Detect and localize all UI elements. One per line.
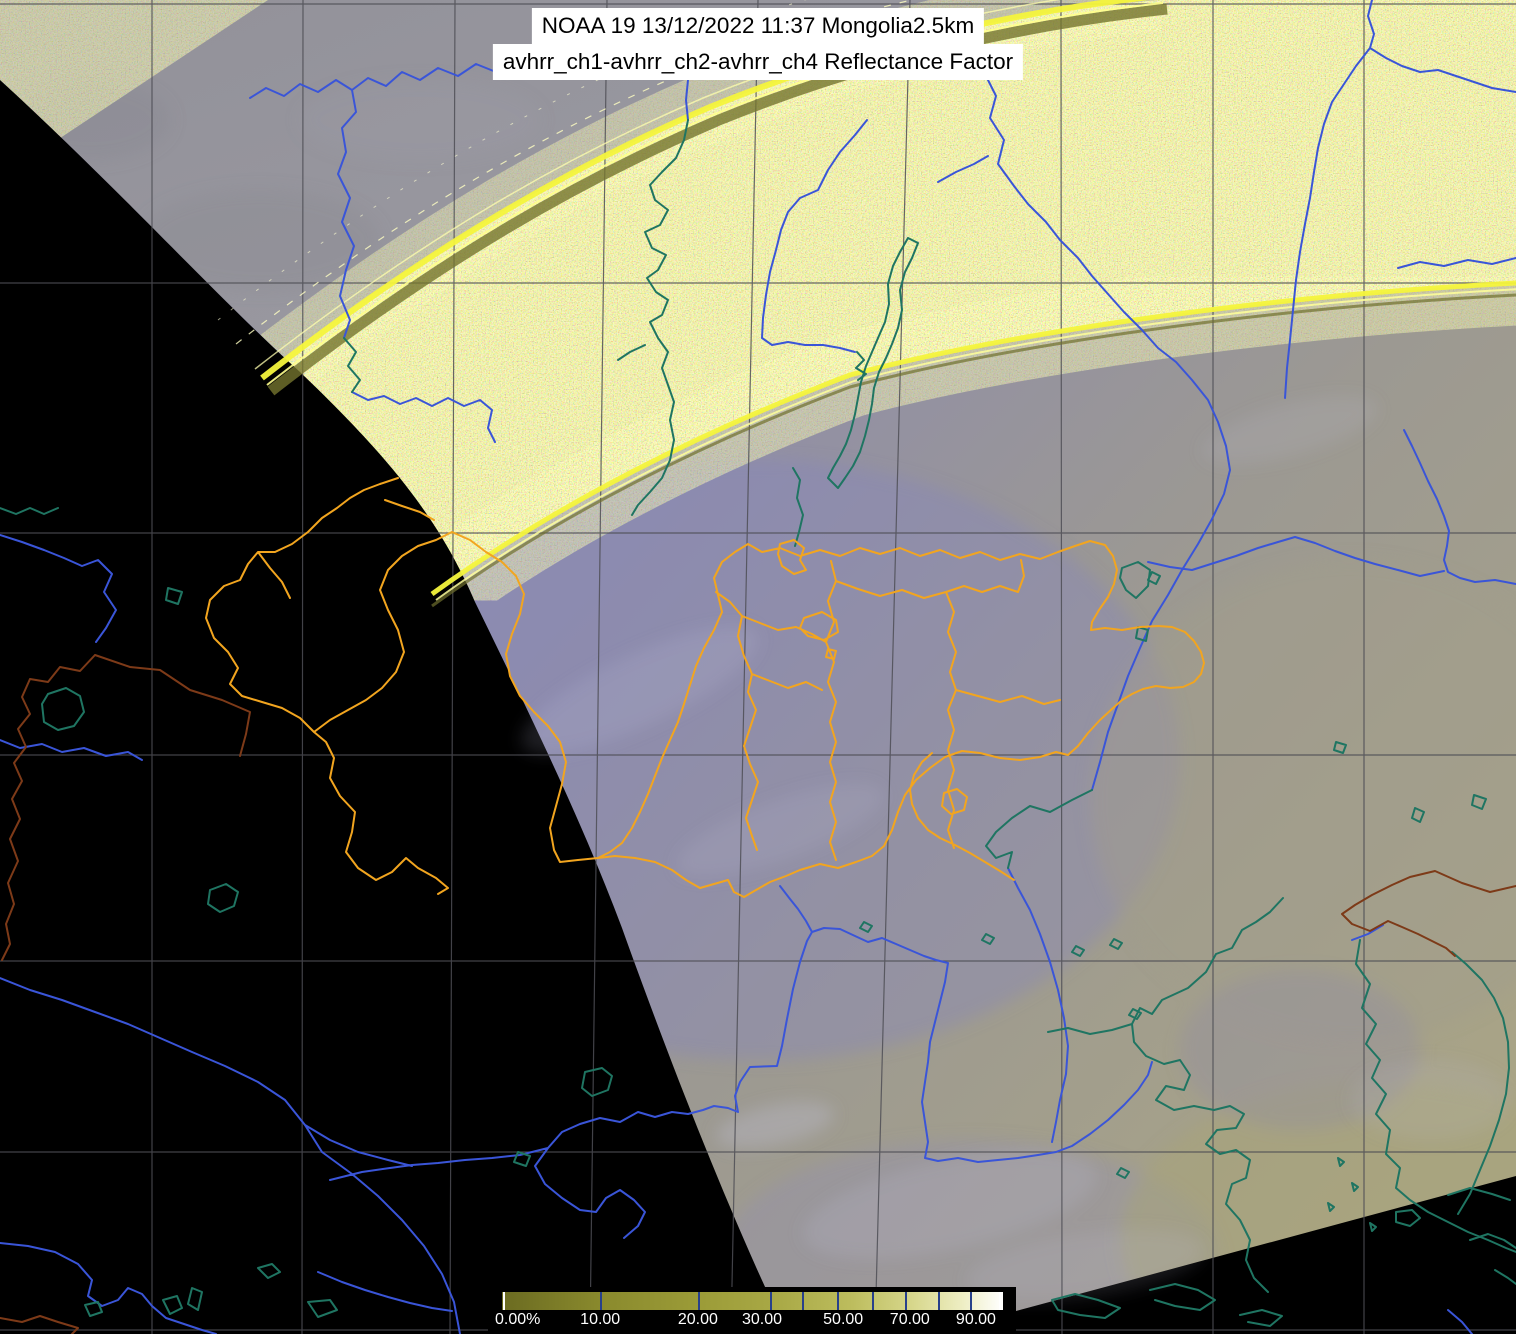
colorbar-tick <box>904 1292 907 1310</box>
title-text-1: NOAA 19 13/12/2022 11:37 Mongolia2.5km <box>531 8 985 44</box>
colorbar-label: 90.00 <box>955 1311 996 1328</box>
colorbar-tick <box>770 1292 773 1310</box>
colorbar-gradient <box>502 1292 1003 1310</box>
colorbar-tick <box>969 1292 972 1310</box>
satellite-viewer: NOAA 19 13/12/2022 11:37 Mongolia2.5km a… <box>0 0 1516 1334</box>
title-line-1: NOAA 19 13/12/2022 11:37 Mongolia2.5km <box>493 8 1023 44</box>
colorbar-tick <box>937 1292 940 1310</box>
title-text-2: avhrr_ch1-avhrr_ch2-avhrr_ch4 Reflectanc… <box>492 44 1024 80</box>
colorbar-labels: 0.00% 10.00 20.00 30.00 50.00 70.00 90.00 <box>495 1311 1003 1333</box>
colorbar-label: 20.00 <box>677 1311 718 1328</box>
colorbar-tick <box>600 1292 603 1310</box>
colorbar-tick <box>802 1292 805 1310</box>
colorbar-label: 70.00 <box>889 1311 930 1328</box>
colorbar-label: 50.00 <box>823 1311 864 1328</box>
title-line-2: avhrr_ch1-avhrr_ch2-avhrr_ch4 Reflectanc… <box>492 44 1024 80</box>
colorbar-tick <box>697 1292 700 1310</box>
colorbar-label: 10.00 <box>580 1311 621 1328</box>
colorbar-tick <box>998 1292 1001 1310</box>
colorbar-label: 0.00% <box>495 1311 541 1328</box>
colorbar-tick <box>872 1292 875 1310</box>
satellite-image-canvas <box>0 0 1516 1334</box>
colorbar-tick <box>837 1292 840 1310</box>
colorbar-label: 30.00 <box>741 1311 783 1328</box>
colorbar: 0.00% 10.00 20.00 30.00 50.00 70.00 90.00 <box>488 1287 1016 1334</box>
colorbar-tick <box>503 1292 505 1310</box>
title-banner: NOAA 19 13/12/2022 11:37 Mongolia2.5km a… <box>492 8 1024 80</box>
